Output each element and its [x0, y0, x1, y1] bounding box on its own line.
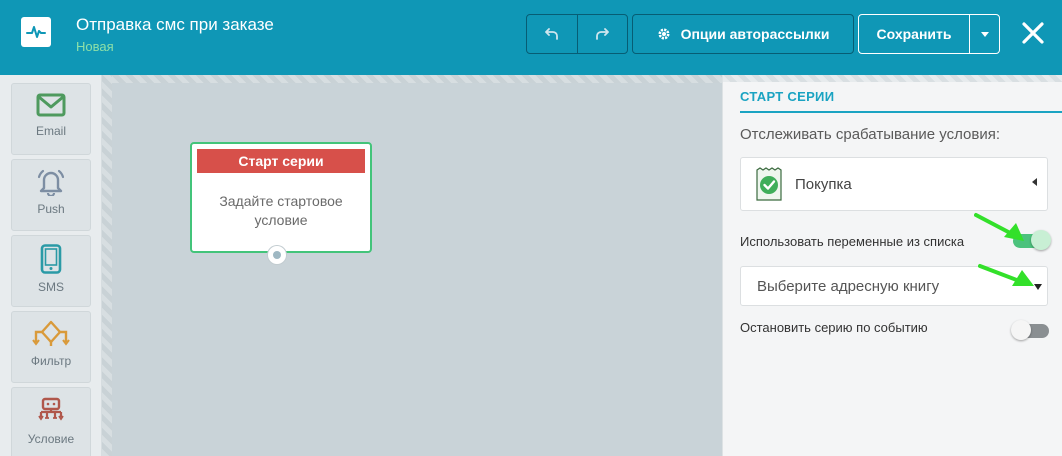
receipt-check-icon	[756, 167, 782, 201]
chevron-down-icon	[980, 31, 989, 37]
panel-title: СТАРТ СЕРИИ	[740, 89, 835, 104]
phone-icon	[40, 244, 62, 274]
undo-button[interactable]	[527, 15, 577, 53]
filter-tree-icon	[32, 320, 70, 346]
tool-email[interactable]: Email	[11, 83, 91, 155]
condition-robot-icon	[38, 397, 64, 421]
toggle-knob	[1011, 320, 1031, 340]
track-condition-label: Отслеживать срабатывание условия:	[740, 126, 1001, 143]
tool-condition-label: Условие	[27, 432, 75, 446]
trigger-value: Покупка	[795, 176, 852, 193]
tool-sms[interactable]: SMS	[11, 235, 91, 307]
node-body: Задайте стартовое условие	[192, 192, 370, 230]
panel-top-stripe	[723, 75, 1062, 82]
workflow-canvas[interactable]	[112, 83, 722, 456]
tool-push[interactable]: Push	[11, 159, 91, 231]
save-dropdown-button[interactable]	[969, 15, 999, 53]
tool-filter[interactable]: Фильтр	[11, 311, 91, 383]
address-book-placeholder: Выберите адресную книгу	[757, 278, 940, 295]
bell-icon	[37, 169, 65, 196]
tool-filter-label: Фильтр	[30, 354, 72, 368]
stop-on-event-toggle[interactable]	[1011, 320, 1049, 340]
annotation-arrow-icon	[974, 213, 1024, 241]
close-icon	[1022, 22, 1044, 44]
top-header: Отправка смс при заказе Новая Опции авто…	[0, 0, 1062, 75]
envelope-icon	[36, 93, 66, 117]
toggle-knob	[1031, 230, 1051, 250]
trigger-select[interactable]: Покупка	[740, 157, 1048, 211]
node-body-line2: условие	[254, 212, 308, 228]
redo-icon	[596, 28, 610, 40]
undo-icon	[544, 28, 558, 40]
caret-left-icon	[1032, 178, 1037, 186]
tool-condition[interactable]: Условие	[11, 387, 91, 456]
node-header: Старт серии	[197, 149, 365, 173]
element-toolbar: Email Push SMS Фильтр Условие	[0, 75, 102, 456]
save-button-group: Сохранить	[858, 14, 1000, 54]
canvas-border-left	[102, 75, 112, 456]
tool-email-label: Email	[35, 124, 66, 138]
node-body-line1: Задайте стартовое	[219, 193, 343, 209]
canvas-border-top	[112, 75, 722, 83]
save-button[interactable]: Сохранить	[859, 15, 969, 53]
page-title: Отправка смс при заказе	[76, 15, 274, 34]
annotation-arrow-icon	[978, 264, 1034, 286]
tool-push-label: Push	[37, 202, 65, 216]
start-series-node[interactable]: Старт серии Задайте стартовое условие	[190, 142, 372, 253]
tool-sms-label: SMS	[37, 280, 64, 294]
redo-button[interactable]	[576, 15, 628, 53]
stop-on-event-label: Остановить серию по событию	[740, 320, 928, 335]
pulse-icon	[26, 26, 46, 38]
panel-title-underline	[740, 111, 1062, 113]
autosend-options-label: Опции авторассылки	[680, 26, 830, 42]
gear-icon	[658, 28, 670, 40]
node-connector-handle[interactable]	[268, 246, 286, 264]
app-logo[interactable]	[21, 17, 51, 47]
undo-redo-group	[526, 14, 628, 54]
status-subtitle: Новая	[76, 39, 114, 54]
autosend-options-button[interactable]: Опции авторассылки	[632, 14, 854, 54]
close-button[interactable]	[1020, 18, 1046, 48]
use-vars-label: Использовать переменные из списка	[740, 234, 965, 249]
